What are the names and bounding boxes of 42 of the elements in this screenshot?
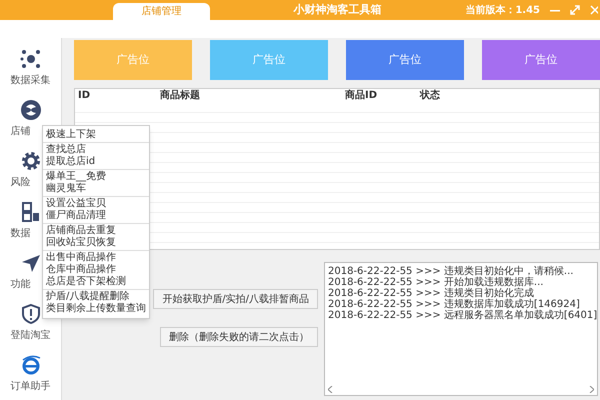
swirl-icon: [20, 99, 42, 121]
browser-icon: [20, 354, 42, 376]
log-line: 2018-6-22-22-55 >>> 违规数据库加载成功[146924]: [328, 299, 581, 310]
squares-icon: [20, 201, 42, 223]
menu-item[interactable]: 护盾/八载提醒删除: [43, 291, 149, 303]
log-line: 2018-6-22-22-55 >>> 违规类目初始化中，请稍候...: [328, 266, 574, 277]
maximize-icon[interactable]: [570, 5, 580, 15]
shield-icon: [20, 303, 42, 325]
menu-item[interactable]: 总店是否下架检测: [43, 276, 149, 288]
log-line: 2018-6-22-22-55 >>> 开始加载违规数据库...: [328, 277, 544, 288]
menu-item[interactable]: 提取总店id: [43, 156, 149, 168]
menu-item[interactable]: 店铺商品去重复: [43, 225, 149, 237]
sidebar-item[interactable]: 登陆淘宝: [4, 330, 56, 342]
sidebar-item[interactable]: 订单助手: [4, 381, 56, 393]
menu-item[interactable]: 查找总店: [43, 144, 149, 156]
dots-icon: [20, 48, 42, 70]
menu-item[interactable]: 仓库中商品操作: [43, 264, 149, 276]
ad-banner[interactable]: 广告位: [346, 40, 464, 80]
version-label: 当前版本：1.45: [465, 4, 540, 18]
menu-item[interactable]: 爆单王__免费: [43, 171, 149, 183]
column-header[interactable]: ID: [75, 90, 120, 102]
log-line: 2018-6-22-22-55 >>> 违规类目初始化完成: [328, 288, 535, 299]
delete-button[interactable]: 删除（删除失败的请二次点击）: [160, 327, 318, 347]
sidebar-item[interactable]: 数据采集: [4, 75, 56, 87]
log-line: 2018-6-22-22-55 >>> 远程服务器黑名单加载成功[6401]: [328, 310, 598, 321]
scroll-right-icon[interactable]: [589, 386, 594, 392]
menu-item[interactable]: 幽灵鬼车: [43, 183, 149, 195]
column-header[interactable]: 状态: [380, 90, 599, 102]
scroll-left-icon[interactable]: [328, 386, 333, 392]
fetch-button[interactable]: 开始获取护盾/实拍/八载排暂商品: [153, 289, 318, 309]
menu-item[interactable]: 极速上下架: [43, 129, 149, 141]
window-title: 小财神淘客工具箱: [294, 2, 382, 18]
column-header[interactable]: 商品标题: [120, 90, 305, 102]
gear-icon: [20, 150, 42, 172]
menu-item[interactable]: 回收站宝贝恢复: [43, 237, 149, 249]
column-header[interactable]: 商品ID: [305, 90, 380, 102]
menu-item[interactable]: 设置公益宝贝: [43, 198, 149, 210]
menu-item[interactable]: 僵尸商品清理: [43, 210, 149, 222]
plane-icon: [20, 252, 42, 274]
menu-item[interactable]: 类目剩余上传数量查询: [43, 303, 149, 315]
close-icon[interactable]: [590, 5, 598, 15]
menu-item[interactable]: 出售中商品操作: [43, 252, 149, 264]
